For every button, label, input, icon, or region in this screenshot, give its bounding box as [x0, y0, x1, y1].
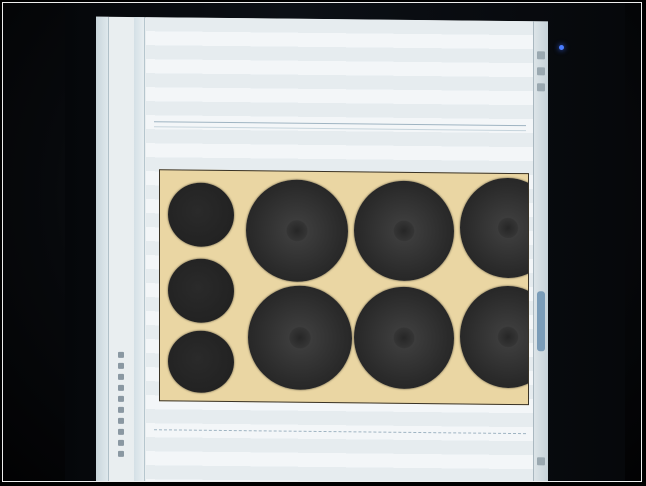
scroll-down-icon[interactable]	[537, 457, 545, 466]
photo-frame	[2, 2, 642, 482]
tool-icon[interactable]	[118, 395, 124, 402]
monitor-screen	[96, 16, 548, 481]
vertical-scrollbar[interactable]	[533, 21, 548, 481]
tool-icon[interactable]	[118, 362, 124, 369]
tool-icon[interactable]	[118, 384, 124, 391]
vertical-ruler[interactable]	[96, 16, 109, 481]
scroll-up-icon[interactable]	[537, 51, 545, 60]
tool-icon[interactable]	[118, 417, 124, 424]
large-disc[interactable]	[460, 285, 529, 389]
page-icon[interactable]	[537, 83, 545, 92]
tool-icon[interactable]	[118, 406, 124, 413]
page-icon[interactable]	[537, 67, 545, 76]
small-disc[interactable]	[168, 258, 234, 324]
tool-icon[interactable]	[118, 450, 124, 457]
tool-icon[interactable]	[118, 373, 124, 380]
artboard[interactable]	[159, 169, 529, 406]
tool-icon[interactable]	[118, 428, 124, 435]
large-disc[interactable]	[246, 179, 348, 283]
large-disc[interactable]	[460, 177, 529, 279]
small-disc[interactable]	[168, 330, 234, 394]
large-disc[interactable]	[248, 285, 352, 391]
small-disc[interactable]	[168, 182, 234, 248]
tool-palette	[112, 347, 130, 467]
tool-icon[interactable]	[118, 439, 124, 446]
tool-icon[interactable]	[118, 351, 124, 358]
power-led-icon	[559, 45, 564, 50]
large-disc[interactable]	[354, 180, 454, 282]
large-disc[interactable]	[354, 286, 454, 390]
side-panel	[134, 17, 145, 481]
scroll-thumb[interactable]	[537, 291, 545, 352]
